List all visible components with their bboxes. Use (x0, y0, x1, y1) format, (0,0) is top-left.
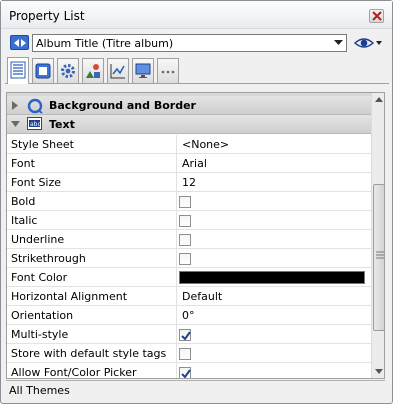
frame-icon (35, 63, 51, 79)
gear-icon (61, 64, 75, 78)
property-name: Font Size (7, 173, 177, 191)
property-checkbox[interactable] (179, 253, 191, 265)
property-row[interactable]: Font Size 12 (7, 173, 371, 192)
status-text: All Themes (9, 384, 70, 397)
property-row[interactable]: Multi-style (7, 325, 371, 344)
property-row[interactable]: Italic (7, 211, 371, 230)
property-name: Font Color (7, 268, 177, 286)
grip-icon (376, 251, 384, 259)
property-name: Orientation (7, 306, 177, 324)
scroll-up-button[interactable] (372, 93, 384, 107)
property-value[interactable]: 0° (178, 306, 371, 324)
object-dropdown[interactable]: Album Title (Titre album) (32, 34, 347, 52)
property-checkbox[interactable] (179, 234, 191, 246)
property-value[interactable]: Arial (178, 154, 371, 172)
group-text[interactable]: abc Text (7, 115, 371, 134)
object-nav-button[interactable] (10, 35, 29, 50)
property-checkbox[interactable] (179, 367, 191, 378)
property-name: Horizontal Alignment (7, 287, 177, 305)
property-name: Style Sheet (7, 135, 177, 153)
list-icon (10, 61, 26, 79)
property-value[interactable]: 12 (178, 173, 371, 191)
property-row[interactable]: Style Sheet <None> (7, 135, 371, 154)
property-row[interactable]: Store with default style tags (7, 344, 371, 363)
tab-properties[interactable] (7, 57, 29, 84)
object-dropdown-value: Album Title (Titre album) (36, 37, 174, 50)
property-checkbox[interactable] (179, 215, 191, 227)
property-checkbox[interactable] (179, 196, 191, 208)
object-selector-row: Album Title (Titre album) (1, 29, 392, 55)
tab-chart[interactable] (107, 58, 129, 83)
svg-text:abc: abc (30, 121, 41, 128)
group-background-border[interactable]: Background and Border (7, 96, 371, 115)
checkmark-icon (181, 369, 191, 378)
close-icon (372, 11, 382, 21)
category-tab-bar (5, 56, 389, 84)
title-bar[interactable]: Property List (1, 1, 392, 29)
paint-bucket-icon (27, 98, 43, 114)
collapse-arrow-icon (11, 121, 20, 127)
view-options-button[interactable] (353, 35, 384, 51)
scroll-down-button[interactable] (372, 364, 384, 378)
eye-icon (353, 38, 382, 48)
property-checkbox[interactable] (179, 348, 191, 360)
property-row[interactable]: Strikethrough (7, 249, 371, 268)
property-row[interactable]: Bold (7, 192, 371, 211)
property-name: Store with default style tags (7, 344, 177, 362)
property-name: Allow Font/Color Picker (7, 363, 177, 378)
scroll-thumb[interactable] (373, 184, 384, 331)
tab-shapes[interactable] (82, 58, 104, 83)
checkmark-icon (181, 331, 191, 341)
text-abc-icon: abc (27, 117, 42, 130)
property-name: Font (7, 154, 177, 172)
arrow-up-icon (375, 97, 383, 102)
tab-more[interactable] (157, 58, 179, 83)
tab-appearance[interactable] (32, 58, 54, 83)
tab-display[interactable] (132, 58, 154, 83)
property-name: Italic (7, 211, 177, 229)
monitor-icon (135, 63, 151, 78)
property-list-window: Property List Album Title (Titre album) (0, 0, 393, 404)
property-row[interactable]: Font Arial (7, 154, 371, 173)
expand-arrow-icon (12, 101, 18, 110)
property-grid: Background and Border abc Text Style She… (6, 92, 385, 379)
property-name: Bold (7, 192, 177, 210)
close-button[interactable] (369, 9, 384, 23)
property-row[interactable]: Allow Font/Color Picker (7, 363, 371, 378)
group-label: Background and Border (49, 99, 196, 112)
property-checkbox[interactable] (179, 329, 191, 341)
more-dots-icon (161, 70, 175, 74)
property-row[interactable]: Orientation 0° (7, 306, 371, 325)
property-row[interactable]: Underline (7, 230, 371, 249)
left-right-arrows-icon (14, 39, 26, 47)
color-swatch[interactable] (179, 271, 365, 284)
chart-icon (110, 64, 125, 79)
property-name: Strikethrough (7, 249, 177, 267)
status-bar: All Themes (6, 380, 385, 400)
property-value[interactable]: Default (178, 287, 371, 305)
property-value[interactable]: <None> (178, 135, 371, 153)
tab-settings[interactable] (57, 58, 79, 83)
vertical-scrollbar[interactable] (371, 93, 384, 378)
property-row[interactable]: Font Color (7, 268, 371, 287)
property-name: Underline (7, 230, 177, 248)
property-row[interactable]: Horizontal Alignment Default (7, 287, 371, 306)
arrow-down-icon (375, 369, 383, 374)
window-title: Property List (9, 9, 85, 23)
group-label: Text (49, 118, 75, 131)
property-name: Multi-style (7, 325, 177, 343)
shapes-icon (86, 64, 100, 78)
chevron-down-icon (334, 40, 343, 45)
